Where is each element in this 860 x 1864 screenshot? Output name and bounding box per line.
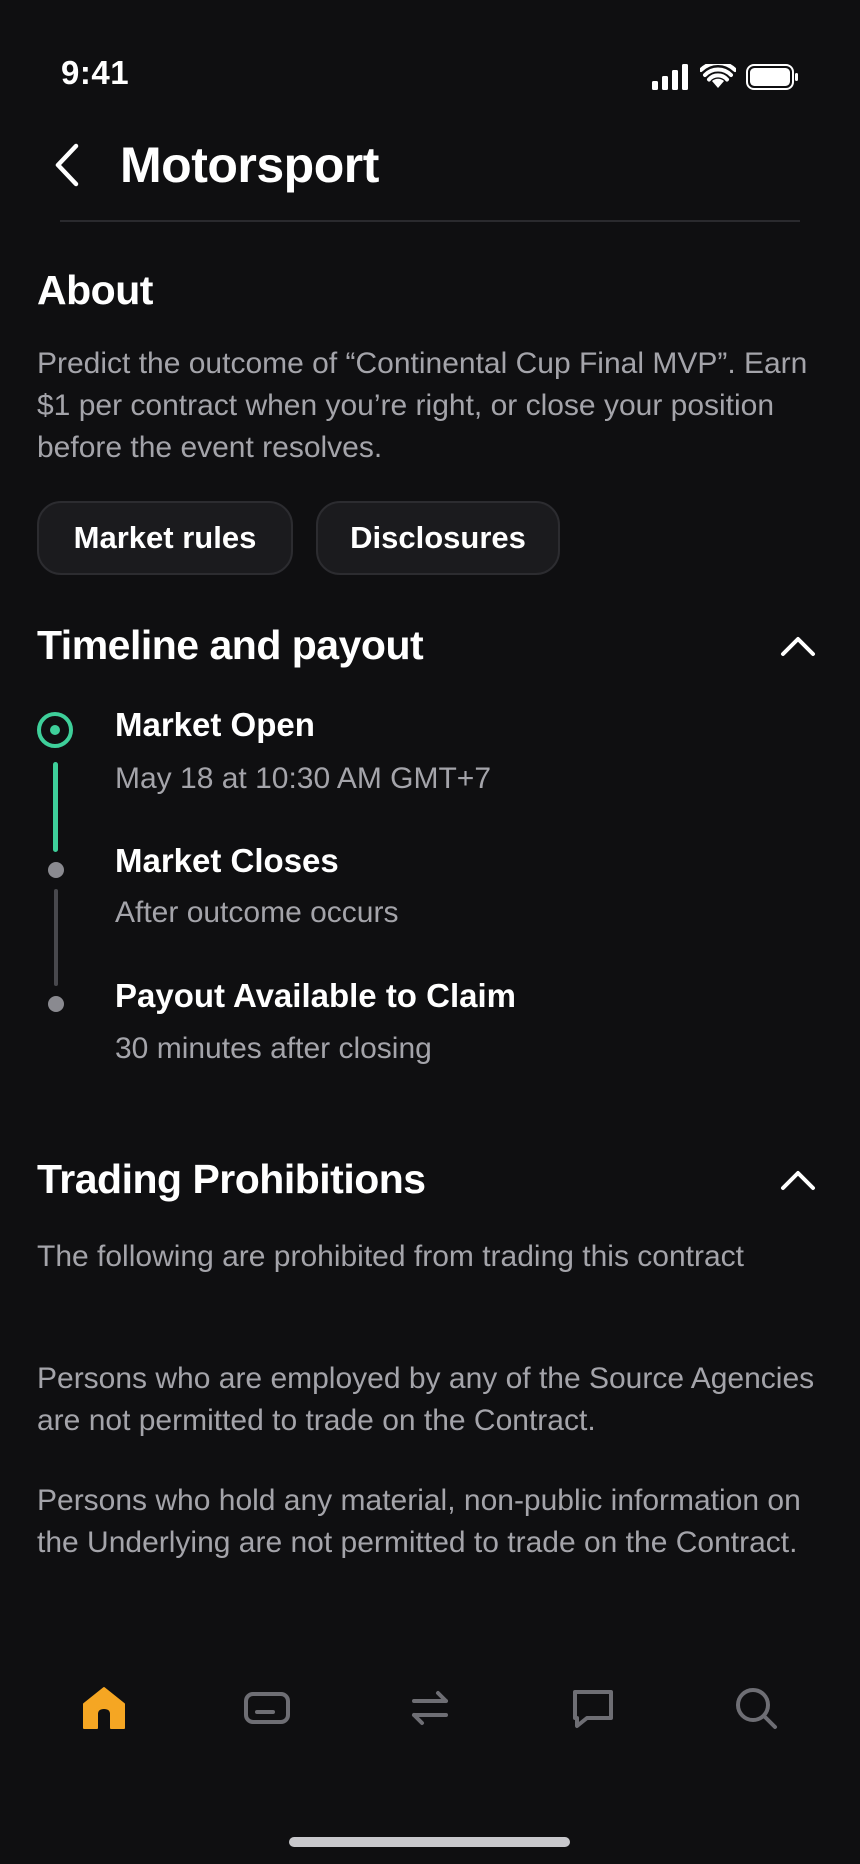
chevron-left-icon (55, 143, 79, 187)
status-icons (652, 64, 800, 90)
tab-home[interactable] (80, 1684, 128, 1732)
home-indicator[interactable] (289, 1837, 570, 1847)
about-heading: About (37, 267, 153, 313)
about-description: Predict the outcome of “Continental Cup … (37, 347, 808, 464)
transfer-icon (412, 1691, 448, 1725)
prohibitions-paragraph: Persons who hold any material, non-publi… (37, 1484, 801, 1559)
tab-search[interactable] (732, 1684, 780, 1732)
tab-chat[interactable] (569, 1684, 617, 1732)
timeline-line (54, 889, 58, 986)
chat-icon (573, 1690, 613, 1728)
tab-card[interactable] (243, 1684, 291, 1732)
timeline-item-subtitle: 30 minutes after closing (115, 1032, 432, 1065)
prohibitions-intro: The following are prohibited from tradin… (37, 1240, 745, 1273)
timeline-item-title: Market Closes (115, 842, 339, 879)
card-icon (244, 1692, 290, 1724)
home-icon (83, 1687, 125, 1729)
timeline-active-marker (37, 712, 73, 748)
prohibitions-heading: Trading Prohibitions (37, 1156, 426, 1202)
tab-transfer[interactable] (406, 1684, 454, 1732)
page-title: Motorsport (120, 137, 379, 193)
prohibitions-collapse-button[interactable] (780, 1168, 816, 1197)
header-divider (60, 220, 800, 222)
timeline-item-subtitle: After outcome occurs (115, 896, 399, 929)
timeline-item-title: Payout Available to Claim (115, 977, 516, 1014)
chevron-up-icon (781, 637, 815, 656)
timeline-heading: Timeline and payout (37, 622, 424, 668)
timeline-marker (48, 996, 64, 1012)
wifi-icon (700, 64, 736, 88)
timeline-collapse-button[interactable] (780, 634, 816, 663)
timeline-marker (48, 862, 64, 878)
market-rules-button[interactable]: Market rules (37, 501, 293, 575)
status-time: 9:41 (61, 54, 130, 91)
timeline-progress-line (53, 762, 58, 852)
search-icon (736, 1688, 777, 1729)
timeline-item-subtitle: May 18 at 10:30 AM GMT+7 (115, 762, 492, 795)
disclosures-button[interactable]: Disclosures (316, 501, 560, 575)
chevron-up-icon (781, 1171, 815, 1190)
back-button[interactable] (48, 140, 88, 190)
timeline-item-title: Market Open (115, 706, 315, 743)
signal-icon (652, 64, 688, 90)
battery-icon (746, 64, 798, 90)
prohibitions-paragraph: Persons who are employed by any of the S… (37, 1362, 815, 1437)
